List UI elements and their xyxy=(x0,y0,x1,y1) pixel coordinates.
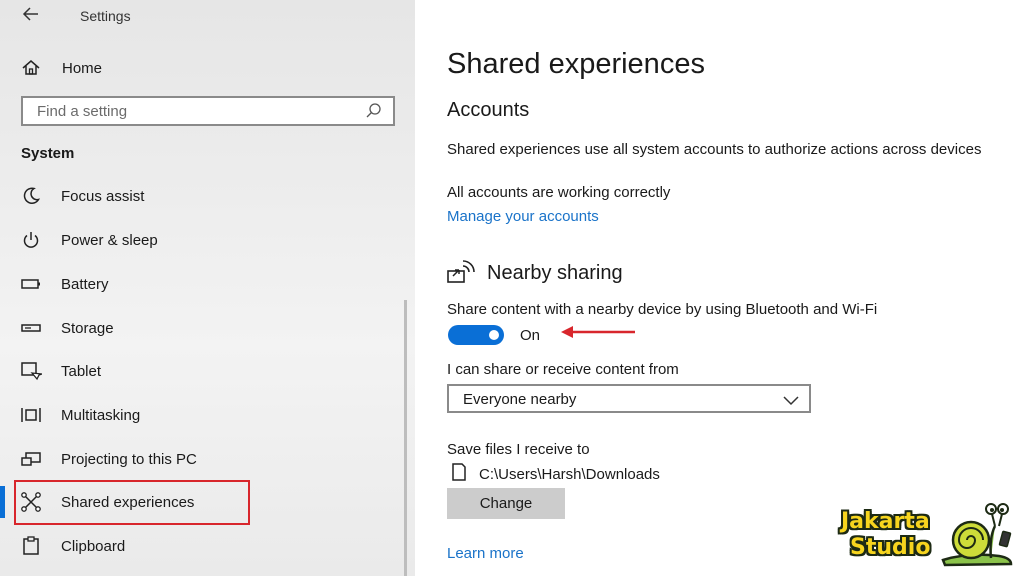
sidebar-item-battery[interactable]: Battery xyxy=(20,271,400,297)
selected-indicator xyxy=(0,486,5,518)
clipboard-icon xyxy=(20,535,42,557)
sidebar: Settings Home System Focus assist Power … xyxy=(0,0,415,576)
home-icon xyxy=(22,60,40,75)
manage-accounts-link[interactable]: Manage your accounts xyxy=(447,208,599,225)
share-from-label: I can share or receive content from xyxy=(447,361,679,378)
nearby-sharing-description: Share content with a nearby device by us… xyxy=(447,301,878,318)
nav-home[interactable]: Home xyxy=(20,57,102,79)
nearby-sharing-heading: Nearby sharing xyxy=(487,262,623,284)
sidebar-item-label: Tablet xyxy=(61,362,102,380)
accounts-status: All accounts are working correctly xyxy=(447,184,671,201)
title-bar: Settings xyxy=(0,0,415,32)
save-files-label: Save files I receive to xyxy=(447,441,590,458)
back-button[interactable] xyxy=(22,5,44,27)
save-path: C:\Users\Harsh\Downloads xyxy=(479,466,660,483)
sidebar-item-label: Focus assist xyxy=(61,187,145,205)
search-input[interactable] xyxy=(23,98,343,124)
main-content: Shared experiences Accounts Shared exper… xyxy=(415,0,1024,576)
toggle-state-label: On xyxy=(520,327,541,344)
back-arrow-icon xyxy=(22,7,38,21)
learn-more-link[interactable]: Learn more xyxy=(447,545,524,562)
snail-mascot-icon xyxy=(939,502,1017,573)
sidebar-scrollbar[interactable] xyxy=(404,300,407,576)
sidebar-item-label: Storage xyxy=(61,319,114,337)
chevron-down-icon xyxy=(783,393,799,411)
multitasking-icon xyxy=(20,404,42,426)
nearby-sharing-toggle[interactable] xyxy=(448,325,504,345)
page-title: Shared experiences xyxy=(447,48,705,80)
nearby-sharing-icon xyxy=(446,259,476,290)
accounts-description: Shared experiences use all system accoun… xyxy=(447,141,982,158)
file-icon xyxy=(451,462,467,487)
sidebar-item-focus-assist[interactable]: Focus assist xyxy=(20,183,400,209)
change-button[interactable]: Change xyxy=(447,488,565,519)
sidebar-item-label: Multitasking xyxy=(61,406,141,424)
red-arrow-icon xyxy=(559,324,637,345)
sidebar-item-label: Battery xyxy=(61,275,109,293)
moon-icon xyxy=(20,185,42,207)
logo-line-1: Jakarta xyxy=(841,509,930,534)
sidebar-item-label: Projecting to this PC xyxy=(61,450,197,468)
tablet-icon xyxy=(20,360,42,382)
power-icon xyxy=(20,229,42,251)
accounts-heading: Accounts xyxy=(447,99,530,121)
sidebar-item-clipboard[interactable]: Clipboard xyxy=(20,533,400,559)
sidebar-item-power-sleep[interactable]: Power & sleep xyxy=(20,227,400,253)
projecting-icon xyxy=(20,448,42,470)
app-title: Settings xyxy=(80,8,131,24)
storage-icon xyxy=(20,317,42,339)
share-from-dropdown[interactable]: Everyone nearby xyxy=(447,384,811,413)
sidebar-item-projecting[interactable]: Projecting to this PC xyxy=(20,446,400,472)
sidebar-item-multitasking[interactable]: Multitasking xyxy=(20,402,400,428)
logo-line-2: Studio xyxy=(850,535,931,560)
nav-home-label: Home xyxy=(62,59,103,77)
highlight-box xyxy=(14,480,250,525)
battery-icon xyxy=(20,273,42,295)
sidebar-item-storage[interactable]: Storage xyxy=(20,315,400,341)
search-box[interactable] xyxy=(21,96,395,126)
search-icon[interactable] xyxy=(365,102,383,125)
dropdown-value: Everyone nearby xyxy=(463,391,577,408)
toggle-knob xyxy=(489,330,499,340)
sidebar-item-label: Power & sleep xyxy=(61,231,158,249)
section-label-system: System xyxy=(21,145,75,162)
sidebar-item-label: Clipboard xyxy=(61,537,126,555)
sidebar-item-tablet[interactable]: Tablet xyxy=(20,358,400,384)
